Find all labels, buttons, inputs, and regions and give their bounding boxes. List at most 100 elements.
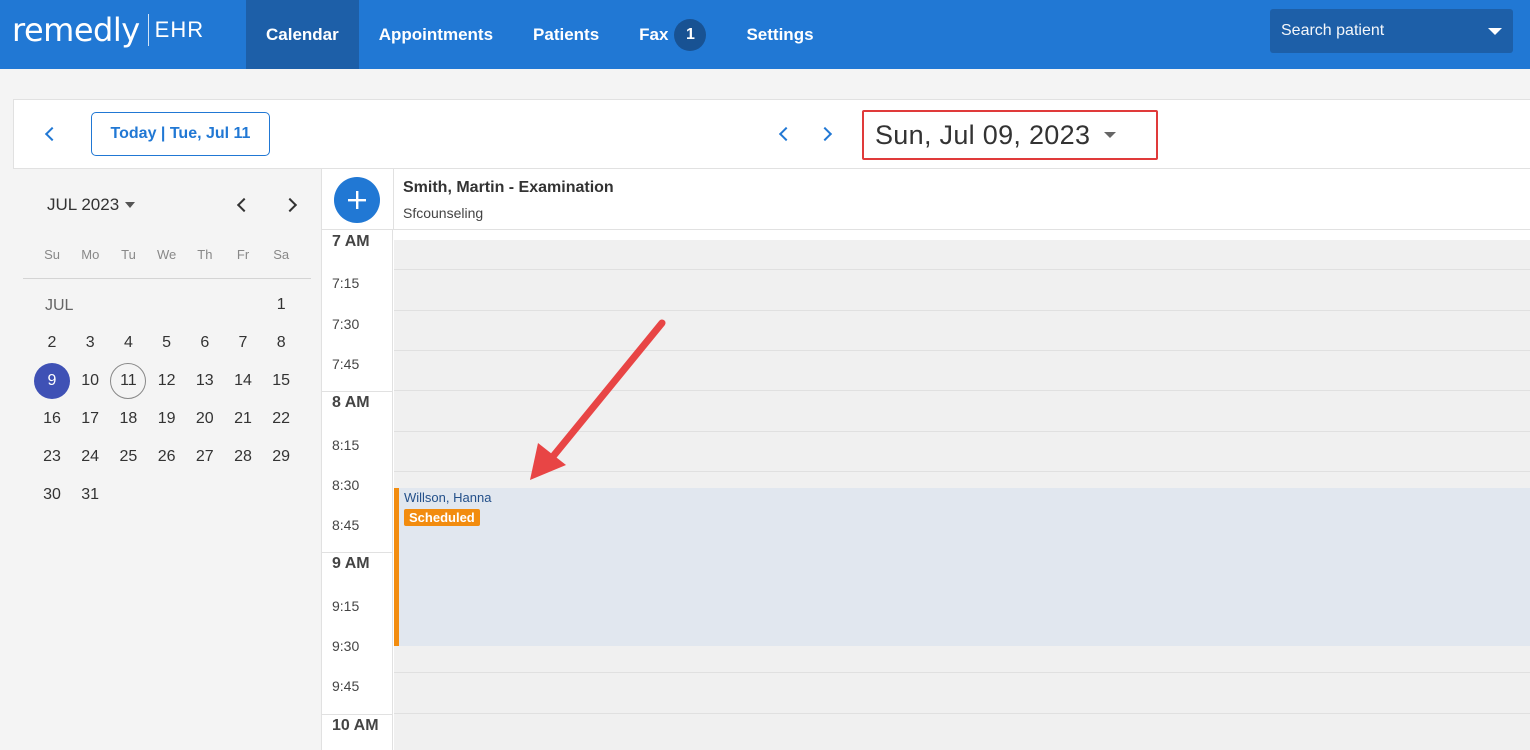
schedule-grid[interactable]: Willson, Hanna Scheduled <box>394 230 1530 750</box>
calendar-day[interactable]: 2 <box>34 325 70 361</box>
weekday-label: Fr <box>236 247 250 262</box>
previous-month-button[interactable] <box>231 193 253 217</box>
chevron-right-icon <box>282 197 298 213</box>
calendar-day[interactable]: 21 <box>225 401 261 437</box>
status-badge: Scheduled <box>404 509 480 526</box>
hour-label: 7 AM <box>332 233 370 250</box>
slot-divider <box>394 470 1530 472</box>
today-button[interactable]: Today | Tue, Jul 11 <box>91 112 270 156</box>
chevron-left-icon <box>44 126 60 142</box>
slot-divider <box>394 390 1530 392</box>
slot-divider <box>394 672 1530 674</box>
time-slot-label: 7:15 <box>332 275 360 292</box>
appointment-block[interactable]: Willson, Hanna Scheduled <box>394 488 1530 646</box>
search-patient-input[interactable] <box>1281 22 1488 40</box>
calendar-day[interactable]: 16 <box>34 401 70 437</box>
appointment-patient: Willson, Hanna <box>404 490 492 505</box>
nav-label: Settings <box>746 24 814 44</box>
calendar-day[interactable]: 23 <box>34 439 70 475</box>
time-gutter: 7 AM 7:15 7:30 7:45 8 AM 8:15 8:30 8:45 9 AM 9:15… <box>322 230 393 750</box>
time-slot-label: 9:30 <box>332 638 360 654</box>
calendar-day[interactable]: 15 <box>263 363 299 399</box>
weekday-label: We <box>157 247 177 262</box>
calendar-day[interactable]: 27 <box>187 439 223 475</box>
nav-patients[interactable]: Patients <box>513 0 619 69</box>
divider <box>23 278 311 279</box>
current-date-label: Sun, Jul 09, 2023 <box>875 119 1091 150</box>
calendar-day[interactable]: 8 <box>263 325 299 361</box>
time-slot-label: 9:45 <box>332 678 360 695</box>
calendar-day[interactable]: 10 <box>72 363 108 399</box>
calendar-day[interactable]: 28 <box>225 439 261 475</box>
weekday-header: Su Mo Tu We Th Fr Sa <box>23 247 311 262</box>
slot-divider <box>394 349 1530 351</box>
time-slot-label: 9:15 <box>332 597 360 614</box>
add-appointment-button[interactable] <box>334 177 380 223</box>
previous-day-button[interactable] <box>770 120 798 148</box>
nav-appointments[interactable]: Appointments <box>359 0 513 69</box>
logo-divider <box>147 14 149 46</box>
calendar-day[interactable]: 24 <box>72 439 108 475</box>
next-day-button[interactable] <box>813 120 841 148</box>
time-slot-label: 8:15 <box>332 436 360 453</box>
nav-label: Patients <box>533 24 600 44</box>
chevron-right-icon <box>817 126 833 142</box>
weekday-label: Sa <box>273 247 290 262</box>
calendar-day[interactable]: 12 <box>149 363 185 399</box>
calendar-day-today[interactable]: 11 <box>110 363 147 399</box>
calendar-day[interactable]: 14 <box>225 363 261 399</box>
chevron-left-icon <box>778 126 794 142</box>
calendar-day[interactable]: 29 <box>263 439 299 475</box>
month-dropdown[interactable]: JUL 2023 <box>47 195 136 215</box>
calendar-day[interactable]: 30 <box>34 477 70 513</box>
calendar-day[interactable]: 26 <box>149 439 185 475</box>
calendar-day[interactable]: 5 <box>149 325 185 361</box>
divider <box>393 169 394 230</box>
time-slot-label: 8:45 <box>332 517 360 534</box>
day-view: Smith, Martin - Examination Sfcounseling… <box>321 169 1530 750</box>
hour-divider <box>322 713 393 715</box>
app-logo[interactable]: remedly EHR <box>12 10 204 50</box>
calendar-day[interactable]: 31 <box>72 477 108 513</box>
chevron-down-icon <box>1104 132 1117 138</box>
calendar-day[interactable]: 20 <box>187 401 223 437</box>
calendar-toolbar: Today | Tue, Jul 11 Sun, Jul 09, 2023 <box>13 99 1530 169</box>
nav-label: Fax <box>639 24 669 44</box>
calendar-day[interactable]: 3 <box>72 325 108 361</box>
current-date-dropdown[interactable]: Sun, Jul 09, 2023 <box>862 110 1158 160</box>
nav-fax[interactable]: Fax 1 <box>619 0 726 69</box>
calendar-day[interactable]: 13 <box>187 363 223 399</box>
patient-search[interactable] <box>1270 9 1513 53</box>
time-slot-label: 8:30 <box>332 476 360 493</box>
fax-count-badge: 1 <box>674 18 707 51</box>
month-label: JUL 2023 <box>47 195 120 214</box>
calendar-day[interactable]: 17 <box>72 401 108 437</box>
chevron-down-icon[interactable] <box>1488 27 1502 35</box>
hour-label: 9 AM <box>332 555 370 573</box>
collapse-sidebar-button[interactable] <box>36 120 64 148</box>
logo-text: remedly <box>12 11 140 49</box>
month-abbr-label: JUL <box>45 297 74 314</box>
nav-calendar[interactable]: Calendar <box>246 0 359 69</box>
calendar-day[interactable]: 1 <box>263 287 299 323</box>
calendar-day[interactable]: 18 <box>110 401 146 437</box>
grid-top-padding <box>394 230 1530 240</box>
calendar-day[interactable]: 6 <box>187 325 223 361</box>
calendar-day[interactable]: 7 <box>225 325 261 361</box>
resource-header: Smith, Martin - Examination Sfcounseling <box>322 169 1530 230</box>
calendar-day[interactable]: 25 <box>110 439 146 475</box>
plus-icon <box>348 191 366 209</box>
hour-label: 10 AM <box>332 716 379 734</box>
hour-label: 8 AM <box>332 394 370 412</box>
chevron-down-icon <box>125 202 136 208</box>
calendar-day[interactable]: 4 <box>110 325 146 361</box>
next-month-button[interactable] <box>281 193 303 217</box>
nav-settings[interactable]: Settings <box>726 0 833 69</box>
calendar-day-selected[interactable]: 9 <box>34 363 70 399</box>
weekday-label: Su <box>44 247 61 262</box>
calendar-day[interactable]: 22 <box>263 401 299 437</box>
calendar-day[interactable]: 19 <box>149 401 185 437</box>
hour-divider <box>322 391 393 393</box>
top-navbar: remedly EHR Calendar Appointments Patien… <box>0 0 1530 69</box>
weekday-label: Mo <box>81 247 100 262</box>
